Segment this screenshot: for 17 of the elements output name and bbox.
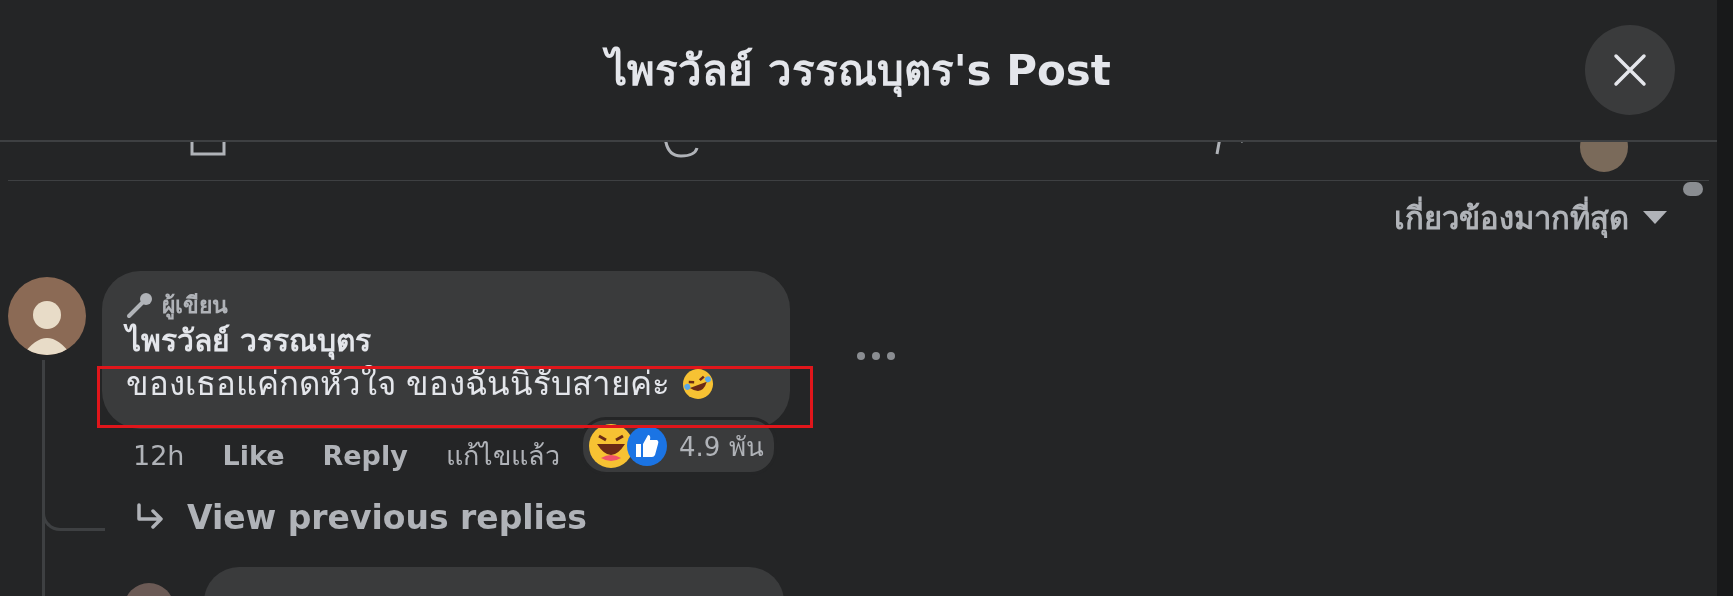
sort-dropdown[interactable]: เกี่ยวข้องมากที่สุด xyxy=(1394,193,1667,243)
laughing-emoji-icon xyxy=(680,367,715,401)
more-options-icon[interactable] xyxy=(856,351,896,361)
edited-label: แก้ไขแล้ว xyxy=(445,438,560,473)
comment-text: ของเธอแค่กดหัวใจ ของฉันนิรับสายค่ะ xyxy=(126,363,671,405)
comment-time[interactable]: 12h xyxy=(133,439,185,471)
reaction-count: 4.9 พัน xyxy=(679,430,764,464)
caret-icon xyxy=(1643,211,1667,225)
microphone-icon xyxy=(126,291,154,319)
close-icon xyxy=(1613,53,1647,87)
view-replies-link[interactable]: View previous replies xyxy=(187,497,587,537)
scrollbar-thumb[interactable] xyxy=(1683,182,1703,196)
reply-arrow-icon xyxy=(135,503,165,531)
comment-action[interactable]: Reply xyxy=(322,439,408,471)
reactions-pill[interactable]: 4.9 พัน xyxy=(580,417,777,475)
comment-action[interactable]: Like xyxy=(222,439,285,471)
author-label: ผู้เขียน xyxy=(162,291,228,322)
